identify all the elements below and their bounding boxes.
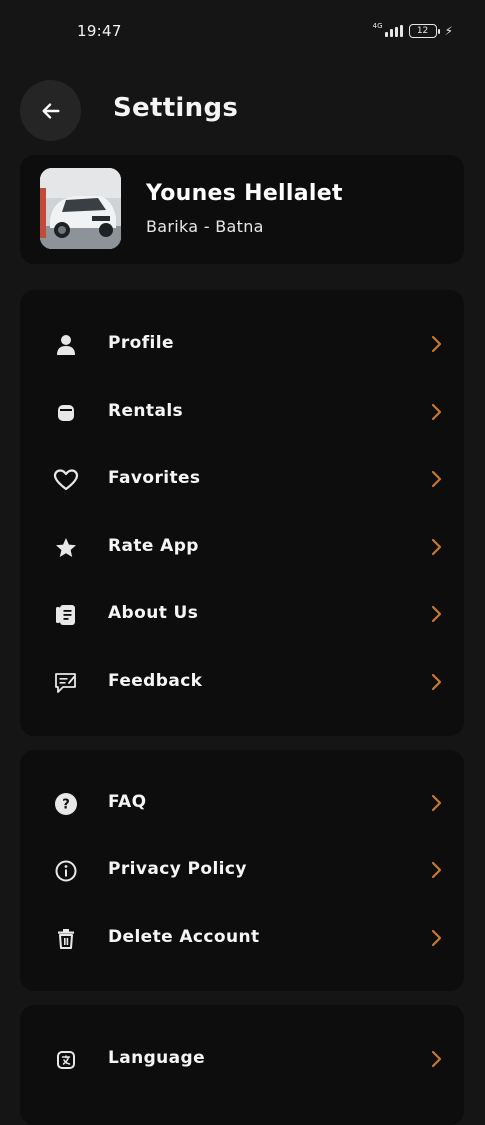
menu-group-support: ? FAQ Privacy Policy Delete Account [20,750,464,991]
menu-item-rentals[interactable]: Rentals [20,384,464,440]
language-icon [53,1047,79,1073]
arrow-left-icon [41,102,60,119]
charging-icon: ⚡ [444,24,453,38]
network-type: 4G [372,22,383,30]
menu-label: Privacy Policy [108,859,247,879]
info-icon [53,858,79,884]
chevron-right-icon [431,1050,442,1068]
menu-group-main: Profile Rentals Favorites Rate App About… [20,290,464,736]
chevron-right-icon [431,538,442,556]
chevron-right-icon [431,403,442,421]
trash-icon [53,926,79,952]
menu-item-about-us[interactable]: About Us [20,586,464,642]
menu-item-faq[interactable]: ? FAQ [20,775,464,831]
car-photo [40,168,121,249]
menu-label: Rate App [108,536,199,556]
document-icon [53,602,79,628]
svg-text:?: ? [62,798,70,813]
back-button[interactable] [20,80,81,141]
chevron-right-icon [431,794,442,812]
chevron-right-icon [431,335,442,353]
chevron-right-icon [431,861,442,879]
status-bar: 19:47 4G 12 ⚡ [0,0,485,62]
menu-label: Language [108,1048,206,1068]
menu-label: FAQ [108,792,147,812]
chevron-right-icon [431,605,442,623]
menu-label: Favorites [108,468,201,488]
menu-item-profile[interactable]: Profile [20,316,464,372]
page-title: Settings [113,93,239,123]
status-time: 19:47 [77,22,122,40]
avatar [40,168,121,249]
header: Settings [0,80,485,142]
menu-label: Delete Account [108,927,260,947]
heart-icon [53,467,79,493]
chevron-right-icon [431,929,442,947]
menu-item-rate-app[interactable]: Rate App [20,519,464,575]
menu-label: Feedback [108,671,203,691]
star-icon [53,535,79,561]
menu-item-favorites[interactable]: Favorites [20,451,464,507]
menu-label: Rentals [108,401,184,421]
rentals-icon [53,400,79,426]
user-icon [53,332,79,358]
battery-level: 12 [416,26,429,36]
question-icon: ? [53,791,79,817]
menu-item-privacy-policy[interactable]: Privacy Policy [20,842,464,898]
menu-label: About Us [108,603,199,623]
menu-group-preferences: Language [20,1005,464,1125]
user-location: Barika - Batna [146,217,264,236]
chevron-right-icon [431,470,442,488]
menu-item-delete-account[interactable]: Delete Account [20,910,464,966]
feedback-icon [53,670,79,696]
signal-icon [384,25,403,37]
menu-item-feedback[interactable]: Feedback [20,654,464,710]
user-name: Younes Hellalet [146,181,343,206]
menu-item-language[interactable]: Language [20,1031,464,1087]
chevron-right-icon [431,673,442,691]
status-icons: 4G 12 ⚡ [373,22,453,40]
menu-label: Profile [108,333,174,353]
battery-icon: 12 [408,24,440,38]
profile-card[interactable]: Younes Hellalet Barika - Batna [20,155,464,264]
